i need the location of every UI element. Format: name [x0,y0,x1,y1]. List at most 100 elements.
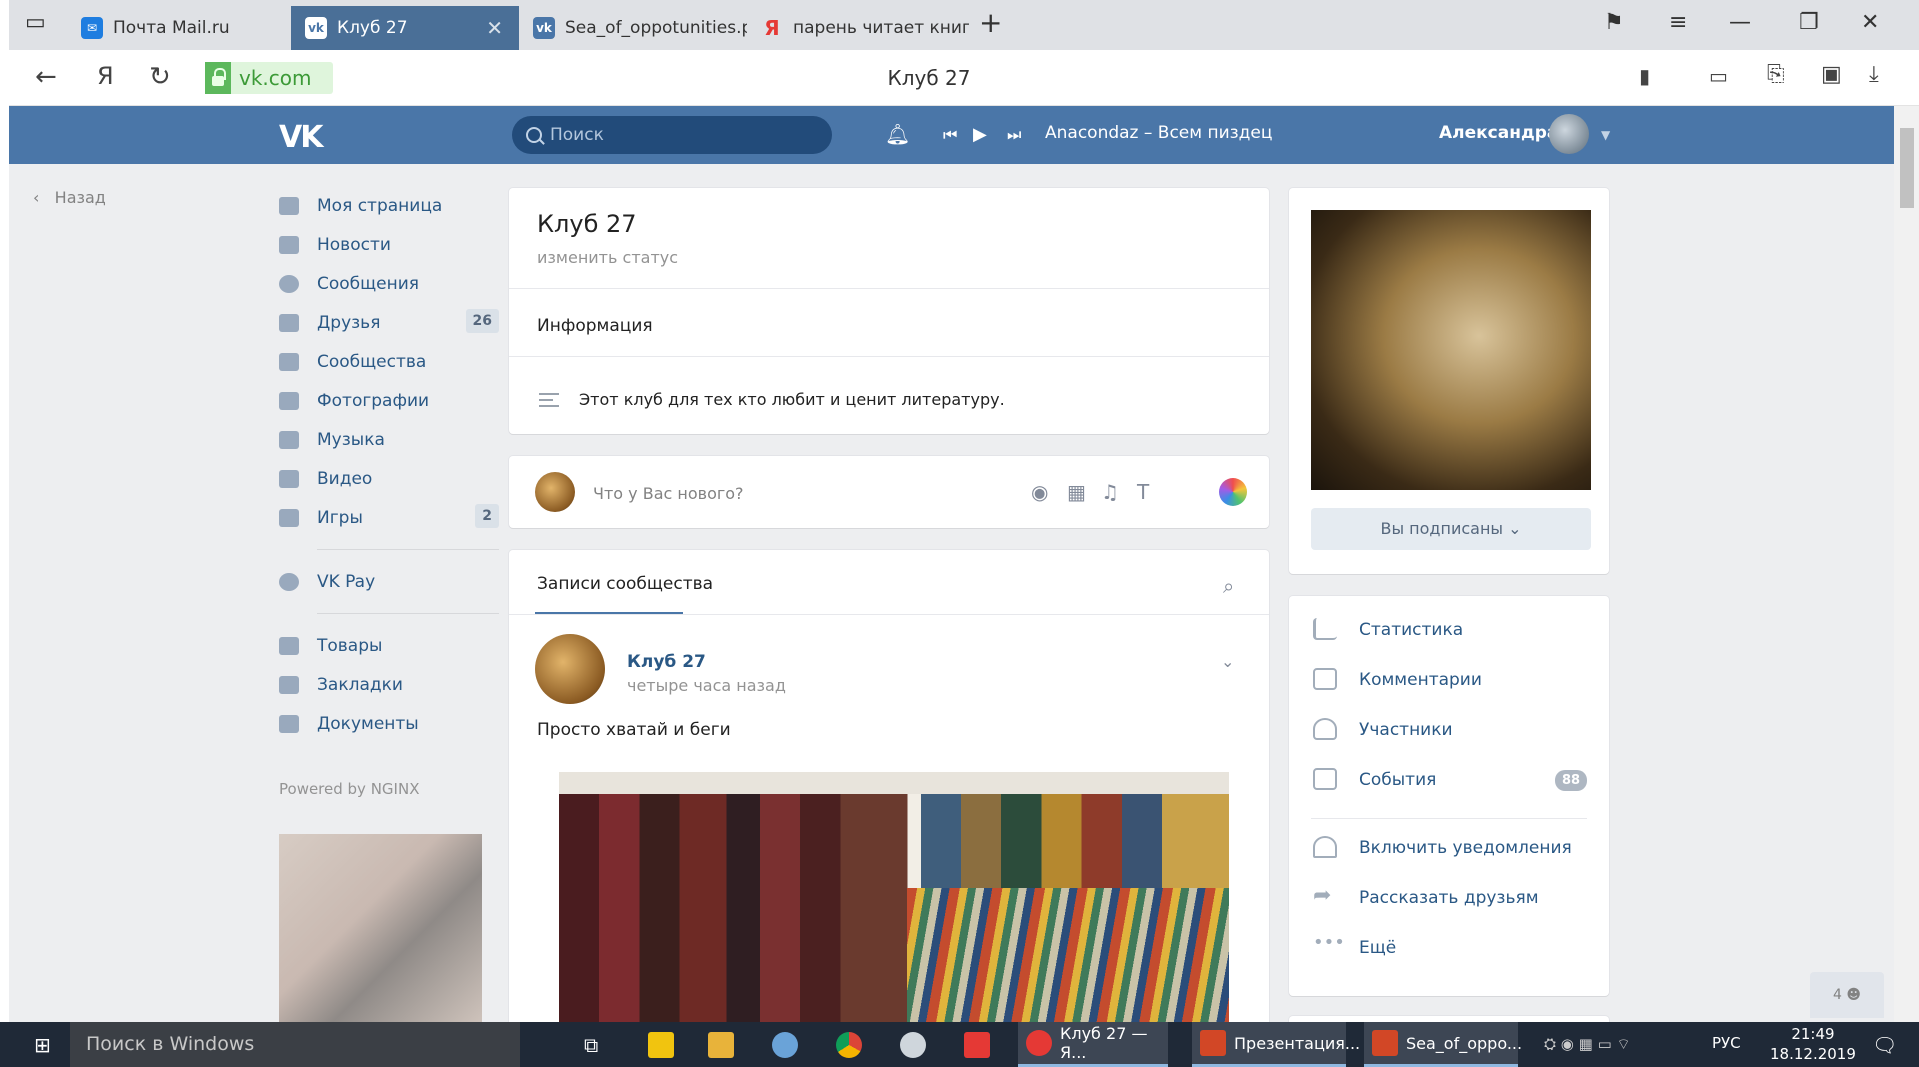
nav-friends[interactable]: Друзья 26 [279,303,499,342]
chevron-down-icon[interactable]: ⌄ [1221,652,1234,671]
nav-bookmarks[interactable]: Закладки [279,665,499,704]
nav-games[interactable]: Игры 2 [279,498,499,537]
post-image[interactable] [559,772,1229,1022]
taskbar-app-browser[interactable]: Клуб 27 — Я... [1018,1022,1168,1067]
reload-icon[interactable]: ↻ [149,62,171,92]
bookmark-icon[interactable]: ▮ [1639,64,1650,88]
scrollbar[interactable] [1894,106,1919,1022]
vk-header: VK Поиск 🔔︎ ⏮ ▶ ⏭ Anacondaz – Всем пизде… [9,106,1894,164]
star-icon [279,675,299,694]
photo-icon[interactable]: ◉ [1031,480,1048,504]
windows-search-input[interactable]: Поиск в Windows [70,1022,520,1067]
tab-club27[interactable]: vk Клуб 27 ✕ [291,6,519,50]
close-tab-icon[interactable]: ✕ [486,16,503,40]
user-name[interactable]: Александра [1439,123,1558,143]
change-status-link[interactable]: изменить статус [537,248,678,267]
bell-icon [1313,836,1337,858]
window-close-icon[interactable]: ✕ [1861,10,1879,35]
nav-shop[interactable]: Товары [279,626,499,665]
games-count-badge: 2 [475,504,499,528]
article-icon[interactable]: T [1137,480,1149,504]
bookmarks-panel-icon[interactable]: ⚑ [1604,10,1624,35]
windows-start-icon[interactable]: ⊞ [26,1022,51,1067]
nav-photos[interactable]: Фотографии [279,381,499,420]
games-icon [279,508,299,527]
search-input[interactable]: Поиск [512,116,832,154]
events-icon [1313,768,1337,790]
minimize-icon[interactable]: — [1729,10,1751,35]
play-icon[interactable]: ▶ [973,124,987,145]
store-icon[interactable] [640,1022,682,1067]
yandex-home-icon[interactable]: Я [97,62,114,90]
clock[interactable]: 21:49 18.12.2019 [1770,1024,1856,1064]
powered-by[interactable]: Powered by NGINX [279,780,419,798]
avatar[interactable] [1549,114,1589,154]
url-field[interactable]: vk.com [205,62,333,94]
tab-mail[interactable]: ✉ Почта Mail.ru [67,6,291,50]
menu-members[interactable]: Участники [1359,720,1453,740]
bell-icon[interactable]: 🔔︎ [885,122,910,146]
vk-icon: vk [305,17,327,39]
chevron-down-icon[interactable]: ▼ [1601,128,1610,142]
menu-comments[interactable]: Комментарии [1359,670,1482,690]
tab-pptx[interactable]: vk Sea_of_oppotunities.pptx [519,6,747,50]
downloads-icon[interactable]: ⤓ [1869,62,1879,87]
nav-music[interactable]: Музыка [279,420,499,459]
description-icon [539,393,559,407]
nav-documents[interactable]: Документы [279,704,499,743]
new-tab-icon[interactable]: + [979,6,1002,39]
back-link[interactable]: ‹ Назад [33,188,106,207]
nav-news[interactable]: Новости [279,225,499,264]
divider [1311,818,1587,819]
explorer-icon[interactable] [700,1022,742,1067]
chrome-icon[interactable] [828,1022,870,1067]
restore-icon[interactable]: ❐ [1799,10,1819,35]
online-counter[interactable]: 4 ☻ [1810,972,1884,1018]
next-track-icon[interactable]: ⏭ [1007,125,1021,145]
nav-video[interactable]: Видео [279,459,499,498]
camera-icon [279,391,299,410]
tab-yandex-search[interactable]: Я парень читает книгу — Ян [747,6,969,50]
tab-community-posts[interactable]: Записи сообщества [537,574,713,594]
subscribed-button[interactable]: Вы подписаны ⌄ [1311,508,1591,550]
group-avatar-image[interactable] [1311,210,1591,490]
post-author-avatar[interactable] [535,634,605,704]
nav-vk-pay[interactable]: VK Pay [279,562,499,601]
menu-statistics[interactable]: Статистика [1359,620,1463,640]
post-time[interactable]: четыре часа назад [627,676,786,695]
taskbar-app-powerpoint-2[interactable]: Sea_of_oppo... [1364,1022,1522,1067]
post-author[interactable]: Клуб 27 [627,652,706,672]
vk-logo[interactable]: VK [279,120,323,155]
ad-image[interactable] [279,834,482,1022]
tabs-menu-icon[interactable]: ▭ [25,10,46,35]
color-poster-icon[interactable] [1219,478,1247,506]
menu-more[interactable]: Ещё [1359,938,1396,958]
yandex-icon[interactable] [956,1022,998,1067]
now-playing[interactable]: Anacondaz – Всем пиздец [1045,123,1272,143]
nav-messages[interactable]: Сообщения [279,264,499,303]
video-icon[interactable]: ▦ [1067,480,1086,504]
back-arrow-icon[interactable]: ← [35,62,57,92]
nav-my-page[interactable]: Моя страница [279,186,499,225]
music-icon[interactable]: ♫ [1101,480,1119,504]
translate-icon[interactable]: ⎘ [1767,62,1785,87]
notifications-icon[interactable]: 🗨︎ [1864,1022,1897,1067]
menu-tell-friends[interactable]: Рассказать друзьям [1359,888,1539,908]
nav-communities[interactable]: Сообщества [279,342,499,381]
taskbar-app-powerpoint-1[interactable]: Презентация... [1192,1022,1360,1067]
tray-icons[interactable]: ⛭ ◉ ▦ ▭ ⌔ [1536,1022,1631,1067]
menu-icon[interactable]: ≡ [1669,10,1687,35]
page-content: ‹ Назад Моя страница Новости Сообщения Д… [9,164,1894,1022]
search-icon[interactable]: ⌕ [1223,574,1234,598]
menu-enable-notifications[interactable]: Включить уведомления [1359,838,1572,858]
friends-count-badge: 26 [465,309,499,333]
app-icon[interactable] [892,1022,934,1067]
new-post-input[interactable]: Что у Вас нового? [593,484,744,503]
screenshot-icon[interactable]: ▣ [1821,62,1842,87]
menu-events[interactable]: События [1359,770,1436,790]
prev-track-icon[interactable]: ⏮ [943,125,957,145]
battery-saver-icon[interactable]: ▭ [1709,64,1728,88]
language-indicator[interactable]: РУС [1712,1034,1741,1052]
task-view-icon[interactable]: ⧉ [576,1022,598,1067]
paint-icon[interactable] [764,1022,806,1067]
